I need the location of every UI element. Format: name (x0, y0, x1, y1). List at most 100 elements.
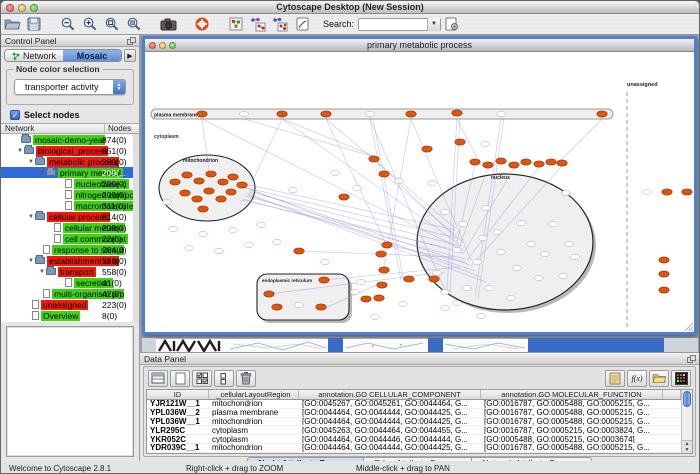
annotation-icon[interactable] (291, 15, 313, 33)
network-node[interactable] (382, 242, 392, 248)
tree-row-nucleobase-c[interactable]: ▼nucleobase-c209(0) (1, 178, 133, 189)
tree-row-mosaic-demo-yeast[interactable]: ▼mosaic-demo-yeast874(0) (1, 134, 133, 145)
network-node[interactable] (321, 111, 331, 117)
tree-row-metabolic-process[interactable]: ▼metabolic process280(0) (1, 156, 133, 167)
network-node[interactable] (659, 287, 669, 293)
network-node-small[interactable] (453, 247, 462, 252)
tree-row-nitrogen-compo[interactable]: ▼nitrogen compo209(0) (1, 189, 133, 200)
tree-row-cellular-metabo[interactable]: ▼cellular metabo209(0) (1, 222, 133, 233)
network-node-small[interactable] (353, 185, 362, 190)
network-node-small[interactable] (497, 111, 506, 116)
network-from-selection-icon[interactable] (247, 15, 269, 33)
select-attributes-icon[interactable] (192, 370, 212, 387)
network-node[interactable] (192, 196, 202, 202)
network-node-small[interactable] (485, 285, 494, 290)
network-edge[interactable] (457, 119, 477, 158)
network-node[interactable] (483, 162, 493, 168)
column-header[interactable]: annotation.GO MOLECULAR_FUNCTION (481, 390, 663, 399)
network-node-small[interactable] (428, 180, 437, 185)
zoom-fit-icon[interactable] (101, 15, 123, 33)
network-node[interactable] (206, 171, 216, 177)
network-edge[interactable] (561, 119, 602, 160)
network-node-small[interactable] (497, 249, 506, 254)
tree-header-network[interactable]: Network (1, 124, 105, 133)
network-node-small[interactable] (245, 242, 254, 247)
node-color-dropdown[interactable]: transporter activity ▲▼ (14, 79, 126, 95)
network-node[interactable] (182, 172, 192, 178)
network-node-small[interactable] (493, 229, 502, 234)
scrollbar-thumb[interactable] (683, 391, 691, 407)
table-row[interactable]: YJR121W__1mitochondrion[GO:0045267, GO:0… (147, 400, 681, 409)
network-edge[interactable] (373, 119, 404, 282)
network-node[interactable] (521, 159, 531, 165)
scrollbar-arrows[interactable]: ▲▼ (682, 440, 692, 453)
tab-mosaic[interactable]: Mosaic (63, 50, 121, 61)
save-session-icon[interactable] (23, 15, 45, 33)
network-node-small[interactable] (562, 190, 571, 195)
network-node-small[interactable] (163, 199, 172, 204)
tree-row-multi-organism-pro[interactable]: ▼multi-organism pro42(0) (1, 288, 133, 299)
disclosure-triangle-icon[interactable]: ▼ (16, 148, 24, 154)
snapshot-camera-icon[interactable] (157, 15, 179, 33)
notes-icon[interactable] (605, 370, 625, 387)
vizmapper-icon[interactable] (225, 15, 247, 33)
network-node-small[interactable] (240, 111, 249, 116)
network-node-small[interactable] (463, 285, 472, 290)
network-node-small[interactable] (527, 241, 536, 246)
network-node[interactable] (455, 139, 465, 145)
disclosure-triangle-icon[interactable]: ▼ (27, 214, 35, 220)
network-node[interactable] (361, 296, 371, 302)
birds-eye-view[interactable] (6, 326, 134, 457)
tree-row-transport[interactable]: ▼transport558(0) (1, 266, 133, 277)
zoom-out-icon[interactable] (57, 15, 79, 33)
tree-row-cellular-process[interactable]: ▼cellular process614(0) (1, 211, 133, 222)
table-scrollbar[interactable]: ▲▼ (681, 390, 692, 453)
column-header[interactable]: annotation.GO CELLULAR_COMPONENT (299, 390, 481, 399)
network-node-small[interactable] (481, 141, 490, 146)
zoom-in-icon[interactable] (79, 15, 101, 33)
network-node-small[interactable] (517, 220, 526, 225)
network-node[interactable] (216, 196, 226, 202)
network-node[interactable] (374, 295, 384, 301)
network-node[interactable] (422, 146, 432, 152)
network-node[interactable] (546, 159, 556, 165)
network-edge[interactable] (282, 119, 374, 156)
network-node-small[interactable] (535, 275, 544, 280)
tree-row-overview[interactable]: ▼Overview8(0) (1, 310, 133, 321)
disclosure-triangle-icon[interactable]: ▼ (38, 269, 46, 275)
network-node[interactable] (237, 182, 247, 188)
network-node[interactable] (319, 277, 329, 283)
network-node[interactable] (659, 257, 669, 263)
search-dropdown-arrow-icon[interactable]: ▼ (427, 18, 440, 31)
tree-row-primary-metabol[interactable]: ▼primary metabol209(... (1, 167, 133, 178)
network-node-small[interactable] (441, 209, 450, 214)
search-settings-icon[interactable] (441, 15, 463, 33)
network-node[interactable] (496, 158, 506, 164)
column-header[interactable] (663, 390, 681, 399)
network-node-small[interactable] (459, 221, 468, 226)
function-builder-icon[interactable]: f(x) (627, 370, 647, 387)
float-data-panel-icon[interactable] (687, 355, 696, 363)
network-node-small[interactable] (453, 300, 462, 305)
resize-grip[interactable] (684, 322, 694, 332)
network-node[interactable] (376, 251, 386, 257)
network-node[interactable] (204, 188, 214, 194)
tab-overflow-arrow[interactable]: ▶ (124, 49, 136, 62)
network-node-small[interactable] (482, 205, 491, 210)
network-node[interactable] (597, 111, 607, 117)
network-node-small[interactable] (549, 221, 558, 226)
network-node-small[interactable] (295, 302, 304, 307)
network-node-small[interactable] (321, 259, 330, 264)
network-node[interactable] (339, 194, 349, 200)
float-panel-icon[interactable] (127, 37, 136, 45)
network-node-small[interactable] (199, 231, 208, 236)
network-node-small[interactable] (371, 314, 380, 319)
network-node-small[interactable] (559, 273, 568, 278)
tree-row-secretion[interactable]: ▼secretion41(0) (1, 277, 133, 288)
table-row[interactable]: YKR052Ccytoplasm[GO:0044464, GO:0044446,… (147, 435, 681, 444)
network-node[interactable] (197, 111, 207, 117)
network-node[interactable] (369, 156, 379, 162)
network-node-small[interactable] (541, 251, 550, 256)
network-node-small[interactable] (357, 279, 366, 284)
tree-row-establishment-of-lo[interactable]: ▼establishment of lo558(0) (1, 255, 133, 266)
